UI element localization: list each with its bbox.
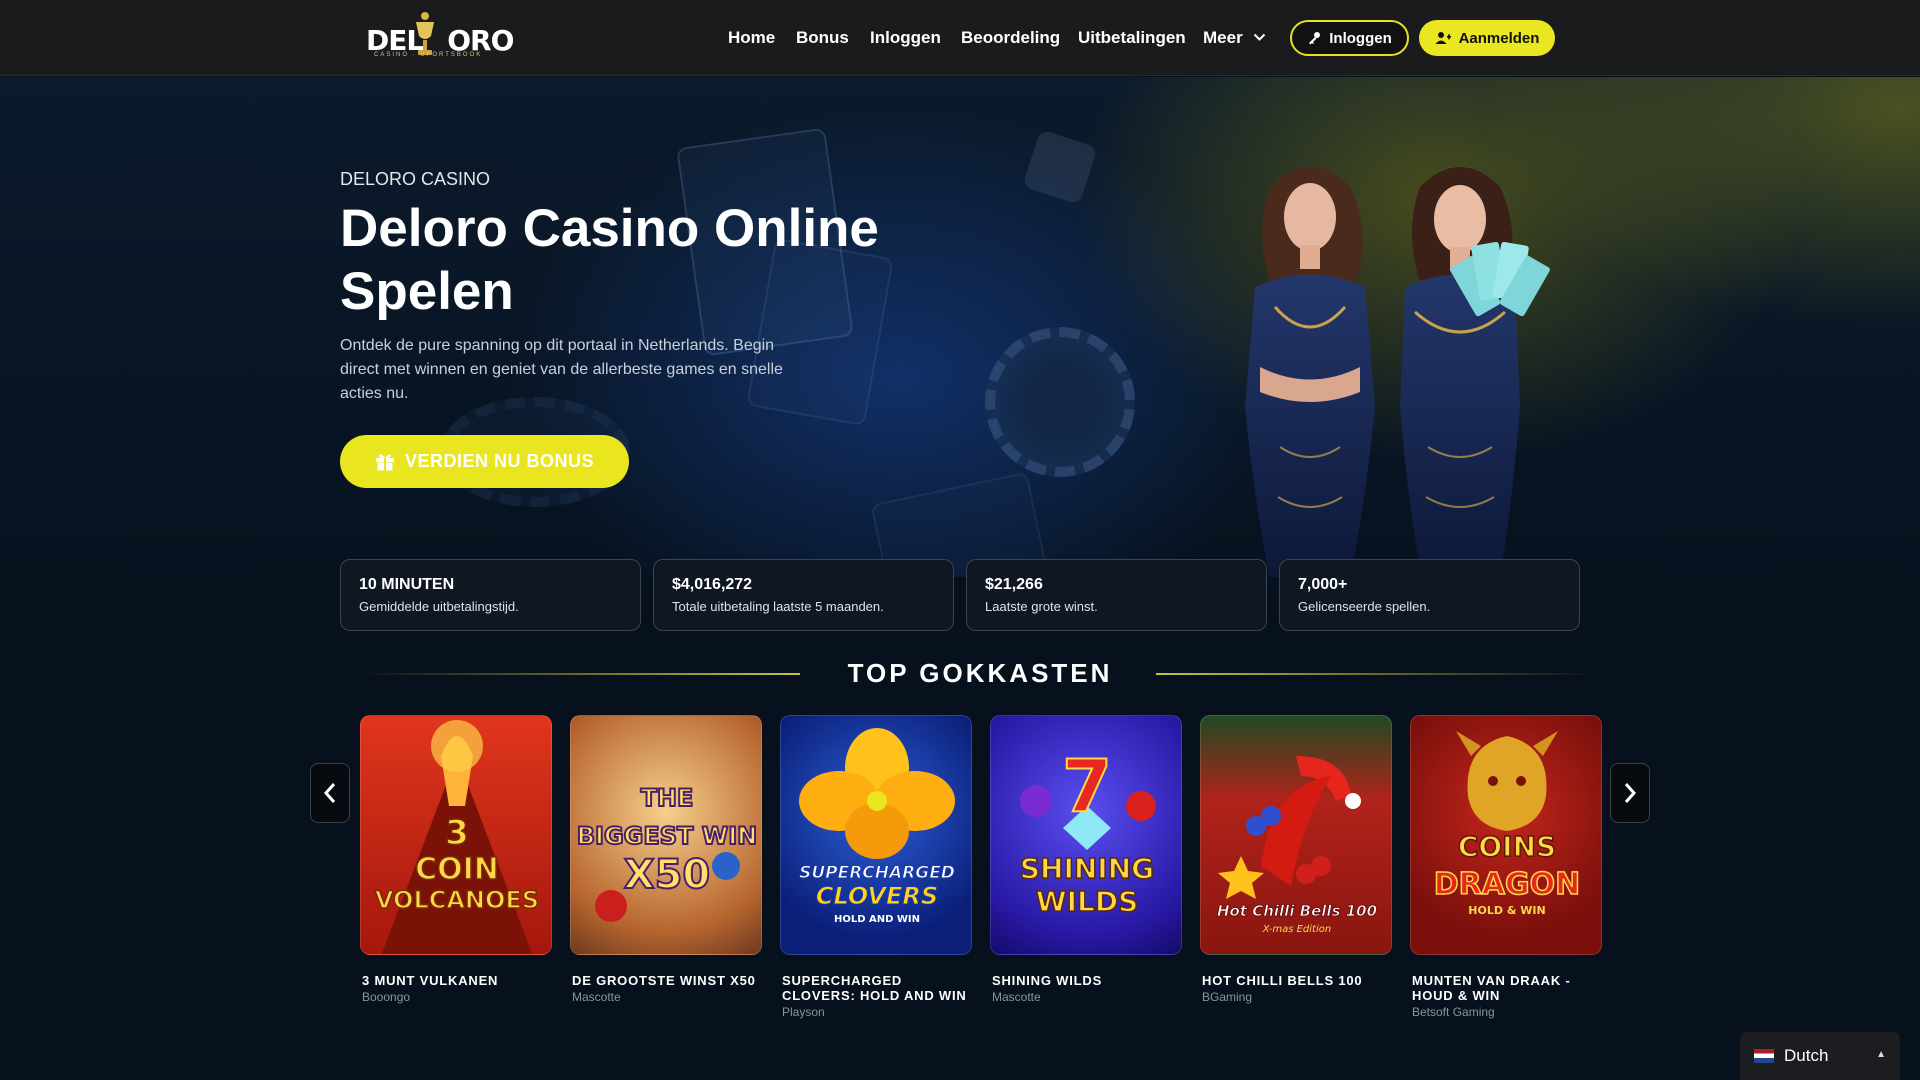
- chevron-down-icon: [1254, 33, 1266, 41]
- hostesses-image: [1245, 167, 1550, 577]
- stat-card: $21,266 Laatste grote winst.: [966, 559, 1267, 631]
- svg-text:BIGGEST WIN: BIGGEST WIN: [577, 822, 758, 850]
- svg-text:VOLCANOES: VOLCANOES: [375, 886, 539, 914]
- game-provider: BGaming: [1202, 990, 1253, 1004]
- nav-beoordeling[interactable]: Beoordeling: [961, 28, 1060, 48]
- svg-text:3: 3: [445, 813, 469, 853]
- svg-text:DRAGON: DRAGON: [1434, 867, 1580, 902]
- game-thumbnail: SUPERCHARGED CLOVERS HOLD AND WIN: [780, 715, 972, 955]
- section-title: TOP GOKKASTEN: [847, 658, 1113, 688]
- hero-banner: DELORO CASINO Deloro Casino Online Spele…: [0, 77, 1920, 577]
- game-card[interactable]: Hot Chilli Bells 100 X-mas Edition HOT C…: [1200, 715, 1392, 1004]
- hero-description: Ontdek de pure spanning op dit portaal i…: [340, 337, 783, 402]
- language-selector[interactable]: Dutch ▲: [1740, 1032, 1900, 1080]
- svg-text:Hot Chilli Bells 100: Hot Chilli Bells 100: [1217, 902, 1377, 920]
- svg-text:HOLD AND WIN: HOLD AND WIN: [834, 914, 920, 925]
- game-thumbnail: COINS DRAGON HOLD & WIN: [1410, 715, 1602, 955]
- game-provider: Booongo: [362, 990, 411, 1004]
- game-card[interactable]: 3 COIN VOLCANOES 3 MUNT VULKANEN Booongo: [360, 715, 552, 1004]
- carousel-next-button[interactable]: [1610, 763, 1650, 823]
- game-card[interactable]: COINS DRAGON HOLD & WIN MUNTEN VAN DRAAK…: [1410, 715, 1602, 1019]
- login-button[interactable]: Inloggen: [1290, 20, 1409, 56]
- netherlands-flag-icon: [1754, 1049, 1774, 1063]
- svg-text:COIN: COIN: [415, 852, 499, 887]
- nav-inloggen[interactable]: Inloggen: [870, 28, 941, 48]
- stat-card: 10 MINUTEN Gemiddelde uitbetalingstijd.: [340, 559, 641, 631]
- deloro-logo[interactable]: DEL ORO CASINO · SPORTSBOOK: [366, 10, 514, 62]
- earn-bonus-button[interactable]: VERDIEN NU BONUS: [340, 435, 629, 488]
- chevron-left-icon: [323, 783, 336, 803]
- svg-text:SHINING: SHINING: [1020, 852, 1154, 885]
- user-plus-icon: [1435, 32, 1451, 44]
- svg-text:COINS: COINS: [1458, 830, 1556, 863]
- gift-icon: [375, 453, 394, 471]
- site-header: DEL ORO CASINO · SPORTSBOOK Home Bonus In…: [0, 0, 1920, 76]
- game-title: MUNTEN VAN DRAAK - HOUD & WIN: [1412, 973, 1571, 1003]
- game-provider: Mascotte: [992, 990, 1041, 1004]
- svg-text:SUPERCHARGED: SUPERCHARGED: [799, 863, 955, 883]
- game-thumbnail: 7 SHINING WILDS: [990, 715, 1182, 955]
- nav-bonus[interactable]: Bonus: [796, 28, 849, 48]
- dice-decoration: [1022, 129, 1098, 205]
- signup-button[interactable]: Aanmelden: [1419, 20, 1555, 56]
- svg-text:X50: X50: [624, 852, 711, 898]
- stat-card: $4,016,272 Totale uitbetaling laatste 5 …: [653, 559, 954, 631]
- poker-chip-decoration: [985, 327, 1135, 477]
- game-thumbnail: Hot Chilli Bells 100 X-mas Edition: [1200, 715, 1392, 955]
- svg-text:WILDS: WILDS: [1036, 885, 1139, 918]
- nav-home[interactable]: Home: [728, 28, 775, 48]
- svg-text:HOLD & WIN: HOLD & WIN: [1468, 904, 1545, 917]
- stats-row: 10 MINUTEN Gemiddelde uitbetalingstijd. …: [340, 559, 1580, 631]
- page-title: Deloro Casino Online Spelen: [340, 199, 879, 321]
- chevron-right-icon: [1624, 783, 1637, 803]
- game-title: SHINING WILDS: [992, 973, 1103, 988]
- key-icon: [1309, 32, 1321, 45]
- nav-uitbetalingen[interactable]: Uitbetalingen: [1078, 28, 1186, 48]
- stat-card: 7,000+ Gelicenseerde spellen.: [1279, 559, 1580, 631]
- game-card[interactable]: THE BIGGEST WIN X50 DE GROOTSTE WINST X5…: [570, 715, 762, 1004]
- svg-text:THE: THE: [641, 784, 694, 812]
- game-title: DE GROOTSTE WINST X50: [572, 973, 756, 988]
- game-title: HOT CHILLI BELLS 100: [1202, 973, 1363, 988]
- carousel-prev-button[interactable]: [310, 763, 350, 823]
- game-thumbnail: THE BIGGEST WIN X50: [570, 715, 762, 955]
- game-thumbnail: 3 COIN VOLCANOES: [360, 715, 552, 955]
- game-provider: Betsoft Gaming: [1412, 1005, 1495, 1019]
- svg-text:X-mas Edition: X-mas Edition: [1262, 924, 1331, 935]
- game-provider: Mascotte: [572, 990, 621, 1004]
- game-provider: Playson: [782, 1005, 825, 1019]
- svg-text:CLOVERS: CLOVERS: [816, 882, 938, 910]
- game-card[interactable]: 7 SHINING WILDS SHINING WILDS Mascotte: [990, 715, 1182, 1004]
- hero-eyebrow: DELORO CASINO: [340, 169, 491, 189]
- game-title: SUPERCHARGED CLOVERS: HOLD AND WIN: [782, 973, 967, 1003]
- nav-meer[interactable]: Meer: [1203, 28, 1266, 48]
- game-card[interactable]: SUPERCHARGED CLOVERS HOLD AND WIN SUPERC…: [780, 715, 972, 1019]
- game-title: 3 MUNT VULKANEN: [362, 973, 499, 988]
- caret-up-icon: ▲: [1876, 1049, 1886, 1060]
- svg-text:7: 7: [1062, 744, 1112, 828]
